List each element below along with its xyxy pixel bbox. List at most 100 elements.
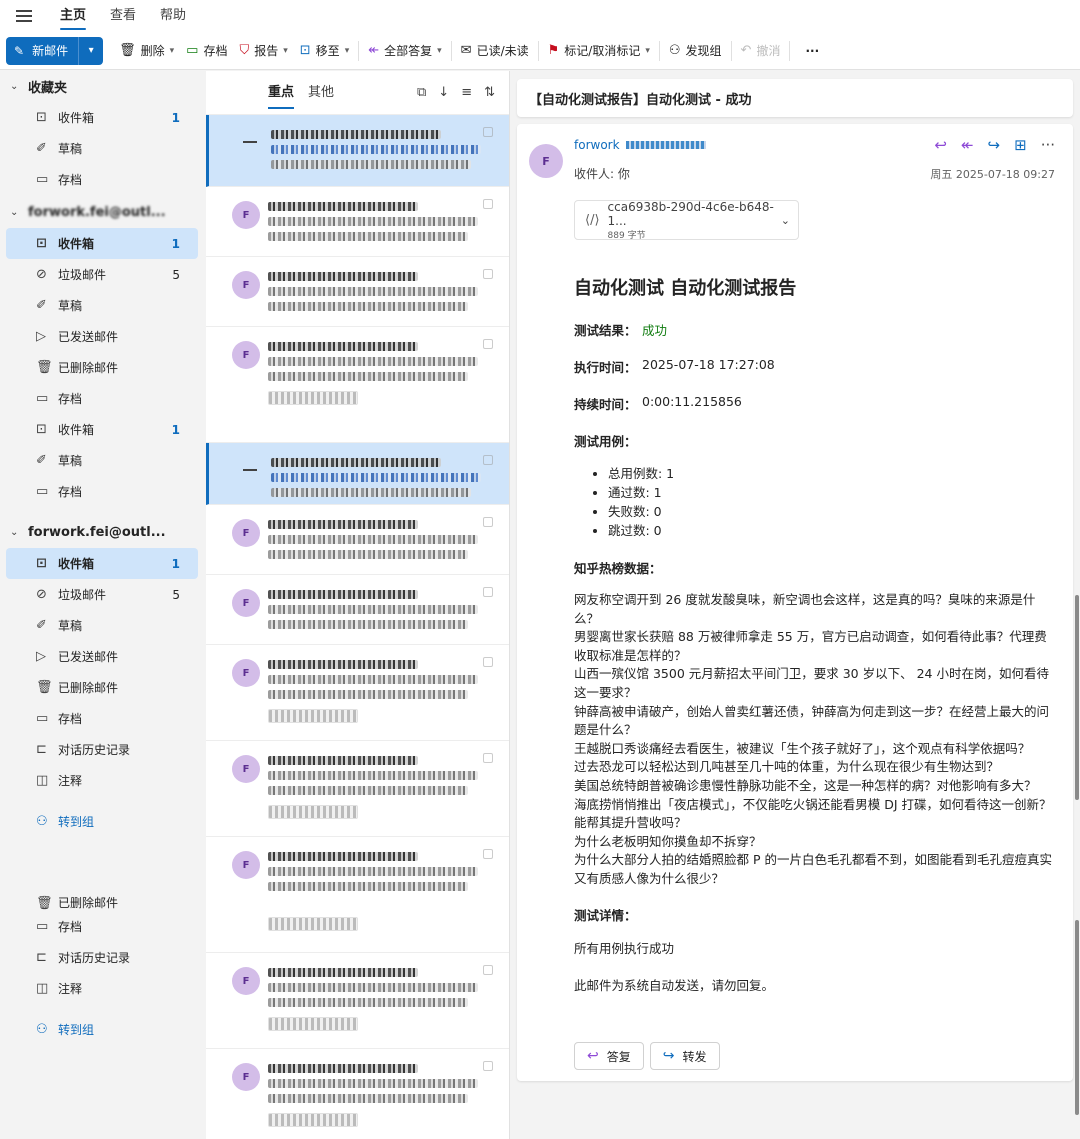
jump-icon[interactable]: ↓ xyxy=(438,85,449,100)
tab-home[interactable]: 主页 xyxy=(48,0,98,32)
new-mail-button[interactable]: ✎ 新邮件 xyxy=(6,36,80,65)
acc1-sent[interactable]: ▷ 已发送邮件 xyxy=(6,321,198,352)
list-item[interactable]: F xyxy=(206,1049,509,1139)
attachment-chip[interactable] xyxy=(268,1017,358,1031)
chevron-down-icon[interactable]: ▾ xyxy=(170,46,175,56)
acc2-drafts[interactable]: ✐ 草稿 xyxy=(6,610,198,641)
list-header-icons: ⧉ ↓ ≡ ⇅ xyxy=(417,85,509,100)
trash-icon: 🗑 xyxy=(36,680,53,695)
attachment-chip[interactable] xyxy=(268,805,358,819)
list-item[interactable]: F xyxy=(206,257,509,327)
avatar[interactable]: F xyxy=(529,144,563,178)
list-item[interactable]: F xyxy=(206,953,509,1049)
hot-list: 网友称空调开到 26 度就发酸臭味，新空调也会这样，这是真的吗？臭味的来源是什么… xyxy=(574,591,1052,889)
acc3-deleted[interactable]: 🗑 已删除邮件 xyxy=(6,887,198,911)
acc1-drafts[interactable]: ✐ 草稿 xyxy=(6,290,198,321)
read-unread-button[interactable]: ✉ 已读/未读 xyxy=(455,37,535,65)
attachment-chip[interactable] xyxy=(268,917,358,931)
favorites-header[interactable]: ⌄ 收藏夹 xyxy=(0,71,204,102)
acc2-junk[interactable]: ⊘ 垃圾邮件 5 xyxy=(6,579,198,610)
list-item[interactable]: F xyxy=(206,505,509,575)
list-item[interactable]: F xyxy=(206,645,509,741)
attachment-chip[interactable] xyxy=(268,1113,358,1127)
list-item[interactable]: F xyxy=(206,741,509,837)
more-button[interactable]: ··· xyxy=(793,37,831,65)
reply-buttons: ↩ 答复 ↪ 转发 xyxy=(574,1042,720,1070)
attachment-chip[interactable] xyxy=(268,391,358,405)
chevron-down-icon[interactable]: ▾ xyxy=(437,46,442,56)
acc2-history[interactable]: ⊏ 对话历史记录 xyxy=(6,734,198,765)
attachment-card[interactable]: ⟨/⟩ cca6938b-290d-4c6e-b648-1... 889 字节 … xyxy=(574,200,799,241)
list-item[interactable] xyxy=(206,443,509,505)
go-to-groups-link[interactable]: ⚇ 转到组 xyxy=(6,806,198,837)
unread-count: 1 xyxy=(171,236,180,251)
new-mail-label: 新邮件 xyxy=(32,44,69,58)
reply-all-icon[interactable]: ↞ xyxy=(961,136,974,154)
acc1-drafts-2[interactable]: ✐ 草稿 xyxy=(6,445,198,476)
more-icon[interactable]: ··· xyxy=(1041,136,1055,154)
chevron-down-icon[interactable]: ⌄ xyxy=(10,207,28,218)
scrollbar-thumb[interactable] xyxy=(1075,595,1079,800)
list-item[interactable]: F xyxy=(206,837,509,953)
list-item[interactable]: F xyxy=(206,327,509,443)
acc3-history[interactable]: ⊏ 对话历史记录 xyxy=(6,942,198,973)
apps-icon[interactable]: ⊞ xyxy=(1014,136,1027,154)
acc1-junk[interactable]: ⊘ 垃圾邮件 5 xyxy=(6,259,198,290)
fav-drafts[interactable]: ✐ 草稿 xyxy=(6,133,198,164)
chevron-down-icon[interactable]: ▾ xyxy=(645,46,650,56)
toolbar-divider xyxy=(450,40,452,61)
tab-focused[interactable]: 重点 xyxy=(268,71,295,115)
acc3-notes[interactable]: ◫ 注释 xyxy=(6,973,198,1004)
forward-button[interactable]: ↪ 转发 xyxy=(649,1042,720,1070)
hamburger-menu-icon[interactable] xyxy=(0,0,48,32)
tab-view[interactable]: 查看 xyxy=(98,0,148,32)
account2-header[interactable]: ⌄ forwork.fei@outl... xyxy=(0,517,204,548)
undo-button[interactable]: ↶ 撤消 xyxy=(735,37,787,65)
acc3-archive[interactable]: ▭ 存档 xyxy=(6,911,198,942)
acc2-sent[interactable]: ▷ 已发送邮件 xyxy=(6,641,198,672)
go-to-groups-link-2[interactable]: ⚇ 转到组 xyxy=(6,1014,198,1045)
new-mail-dropdown[interactable]: ▾ xyxy=(79,37,103,65)
acc1-deleted[interactable]: 🗑 已删除邮件 xyxy=(6,352,198,383)
sender[interactable]: forwork xyxy=(574,138,706,152)
flag-button[interactable]: ⚑ 标记/取消标记 ▾ xyxy=(542,37,656,65)
acc1-archive-2[interactable]: ▭ 存档 xyxy=(6,476,198,507)
list-item[interactable]: F xyxy=(206,575,509,645)
acc2-deleted[interactable]: 🗑 已删除邮件 xyxy=(6,672,198,703)
tab-help[interactable]: 帮助 xyxy=(148,0,198,32)
inbox-icon: ⊡ xyxy=(36,110,47,125)
filter-icon[interactable]: ≡ xyxy=(461,85,472,100)
chevron-down-icon[interactable]: ▾ xyxy=(283,46,288,56)
chevron-down-icon[interactable]: ⌄ xyxy=(781,214,790,227)
sort-icon[interactable]: ⇅ xyxy=(484,85,495,100)
acc1-archive[interactable]: ▭ 存档 xyxy=(6,383,198,414)
select-icon[interactable]: ⧉ xyxy=(417,85,426,100)
fav-inbox[interactable]: ⊡ 收件箱 1 xyxy=(6,102,198,133)
folder-label: 草稿 xyxy=(58,619,83,633)
account1-header[interactable]: ⌄ forwork.fei@outl... xyxy=(0,197,204,228)
reply-button[interactable]: ↩ 答复 xyxy=(574,1042,644,1070)
forward-icon[interactable]: ↪ xyxy=(988,136,1001,154)
delete-button[interactable]: 🗑 删除 ▾ xyxy=(113,37,180,65)
attachment-chip[interactable] xyxy=(268,709,358,723)
move-button[interactable]: ⊡ 移至 ▾ xyxy=(294,37,355,65)
chevron-down-icon[interactable]: ⌄ xyxy=(10,527,28,538)
archive-button[interactable]: ▭ 存档 xyxy=(180,37,233,65)
discover-groups-button[interactable]: ⚇ 发现组 xyxy=(663,37,728,65)
report-button[interactable]: ⛉ 报告 ▾ xyxy=(233,37,293,65)
fav-archive[interactable]: ▭ 存档 xyxy=(6,164,198,195)
acc2-inbox[interactable]: ⊡ 收件箱 1 xyxy=(6,548,198,579)
reply-icon[interactable]: ↩ xyxy=(934,136,947,154)
chevron-down-icon[interactable]: ▾ xyxy=(345,46,350,56)
scrollbar-thumb[interactable] xyxy=(1075,920,1079,1115)
acc1-inbox[interactable]: ⊡ 收件箱 1 xyxy=(6,228,198,259)
selected-dash-icon xyxy=(243,141,257,143)
acc1-inbox-2[interactable]: ⊡ 收件箱 1 xyxy=(6,414,198,445)
chevron-down-icon[interactable]: ⌄ xyxy=(10,81,28,92)
acc2-archive[interactable]: ▭ 存档 xyxy=(6,703,198,734)
list-item[interactable]: F xyxy=(206,187,509,257)
tab-other[interactable]: 其他 xyxy=(308,71,334,115)
list-item[interactable] xyxy=(206,115,509,187)
reply-all-button[interactable]: ↞ 全部答复 ▾ xyxy=(362,37,447,65)
acc2-notes[interactable]: ◫ 注释 xyxy=(6,765,198,796)
